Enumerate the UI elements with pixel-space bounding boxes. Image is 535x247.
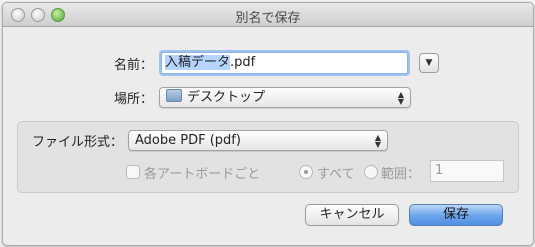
format-options-group: ファイル形式： Adobe PDF (pdf) ▲ ▼ 各アートボードごと すべて… [17, 121, 519, 193]
format-value: Adobe PDF (pdf) [135, 133, 241, 148]
window-title: 別名で保存 [235, 11, 301, 26]
format-popup[interactable]: Adobe PDF (pdf) ▲ ▼ [128, 130, 388, 151]
artboards-label: 各アートボードごと [144, 167, 261, 182]
save-button[interactable]: 保存 [409, 204, 503, 226]
location-popup[interactable]: デスクトップ ▲ ▼ [159, 87, 411, 108]
title-bar: 別名で保存 [3, 3, 533, 27]
location-label: 場所： [114, 92, 154, 107]
filename-input[interactable]: 入稿データ.pdf [161, 52, 408, 74]
all-label: すべて [317, 167, 355, 182]
popup-arrows-icon: ▲ ▼ [374, 133, 381, 149]
expand-chevron-icon: ▼ [425, 58, 433, 68]
range-label: 範囲： [381, 167, 421, 182]
name-label: 名前： [114, 58, 154, 73]
folder-icon [166, 89, 182, 102]
all-radio[interactable] [299, 165, 313, 179]
expand-dialog-button[interactable]: ▼ [419, 53, 439, 73]
filename-extension: .pdf [230, 55, 256, 70]
filename-selected-text: 入稿データ [165, 55, 231, 70]
location-value: デスクトップ [187, 90, 266, 105]
artboards-checkbox[interactable] [126, 165, 140, 179]
range-radio[interactable] [364, 165, 378, 179]
cancel-button[interactable]: キャンセル [305, 204, 399, 226]
range-input[interactable]: 1 [430, 160, 504, 182]
format-label: ファイル形式： [32, 135, 124, 150]
popup-arrows-icon: ▲ ▼ [397, 90, 404, 106]
save-as-dialog: 別名で保存 名前： 入稿データ.pdf ▼ 場所： デスクトップ ▲ ▼ ファイル… [2, 2, 534, 246]
